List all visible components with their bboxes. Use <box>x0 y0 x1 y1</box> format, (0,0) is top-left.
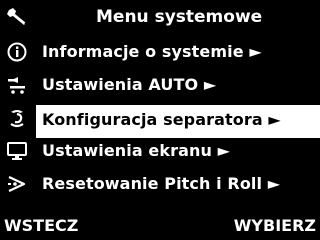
menu-item-label: Ustawienia AUTO ► <box>42 75 217 94</box>
menu-item-label: Konfiguracja separatora ► <box>42 110 281 129</box>
back-softkey[interactable]: WSTECZ <box>4 216 78 236</box>
wrench-icon <box>6 6 32 28</box>
menu-item-label: Ustawienia ekranu ► <box>42 141 231 160</box>
menu-item-auto-settings[interactable]: Ustawienia AUTO ► <box>0 69 320 102</box>
softkey-bar: WSTECZ WYBIERZ <box>0 212 320 240</box>
menu-item-screen-settings[interactable]: Ustawienia ekranu ► <box>0 135 320 168</box>
menu-list: Informacje o systemie ► Ustawienia AUTO … <box>0 36 320 201</box>
menu-item-pitch-roll-reset[interactable]: Resetowanie Pitch i Roll ► <box>0 168 320 201</box>
page-title: Menu systemowe <box>96 7 263 27</box>
info-icon <box>6 40 32 64</box>
menu-item-label: Informacje o systemie ► <box>42 42 262 61</box>
menu-item-separator-config[interactable]: Konfiguracja separatora ► <box>0 102 320 138</box>
menu-item-label: Resetowanie Pitch i Roll ► <box>42 174 281 193</box>
header: Menu systemowe <box>0 0 320 36</box>
pitch-roll-icon <box>6 172 32 196</box>
menu-item-system-info[interactable]: Informacje o systemie ► <box>0 36 320 69</box>
system-menu-screen: Menu systemowe Informacje o systemie ► U… <box>0 0 320 240</box>
select-softkey[interactable]: WYBIERZ <box>234 216 316 236</box>
monitor-icon <box>6 139 32 163</box>
separator-icon <box>6 106 32 130</box>
auto-settings-icon <box>6 73 32 97</box>
